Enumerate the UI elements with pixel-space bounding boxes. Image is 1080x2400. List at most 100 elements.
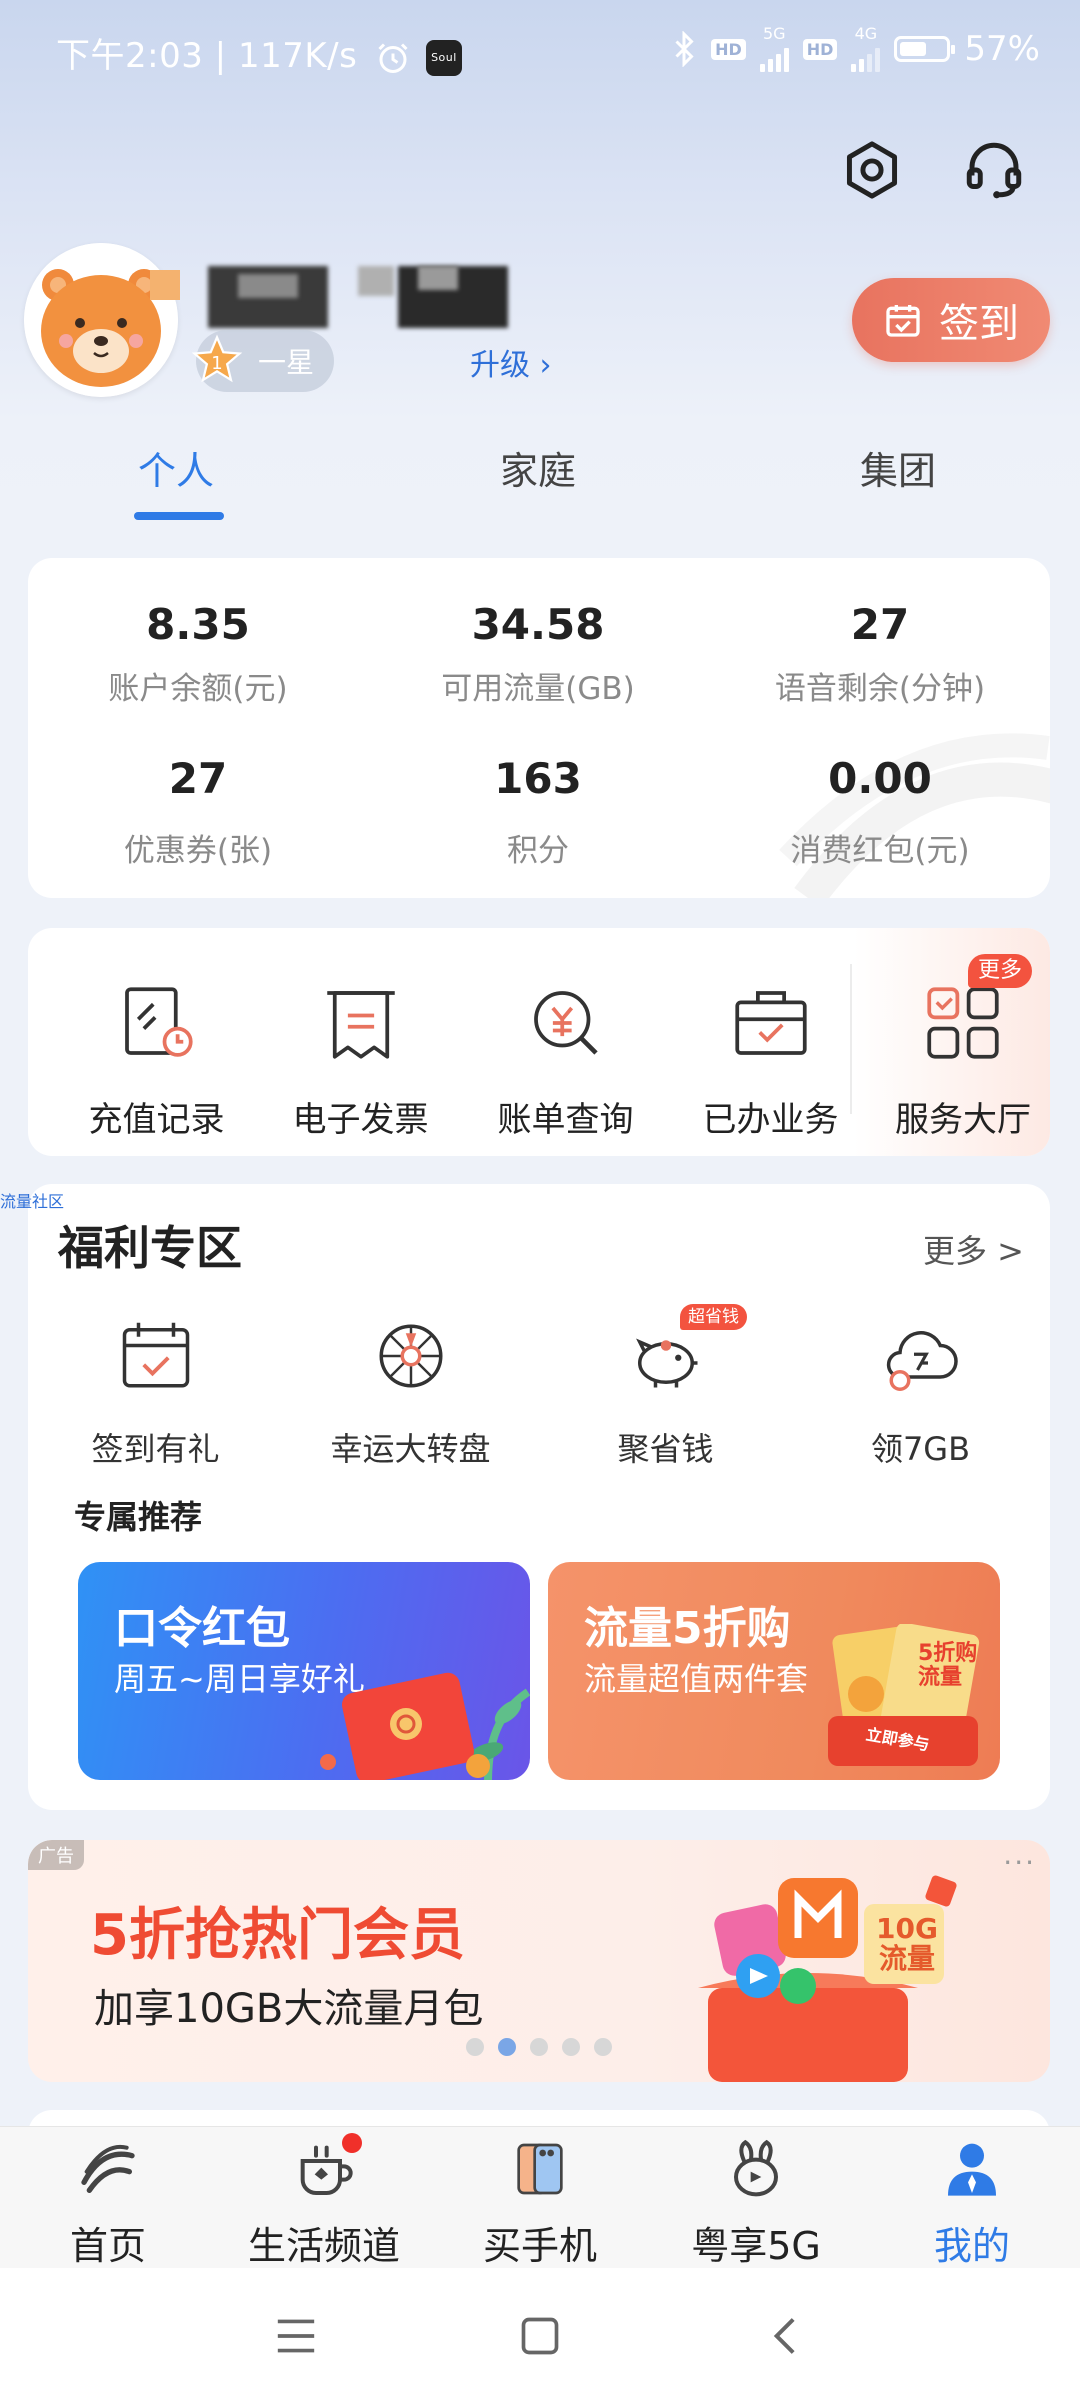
tab-personal[interactable]: 个人 bbox=[138, 440, 214, 495]
settings-icon[interactable] bbox=[832, 130, 912, 210]
level-text: 一星 bbox=[258, 346, 315, 379]
stat-value: 0.00 bbox=[828, 754, 932, 803]
signal-bars-icon bbox=[759, 42, 789, 72]
nav-mine[interactable]: 我的 bbox=[864, 2137, 1080, 2270]
stat-balance[interactable]: 8.35 账户余额(元) bbox=[28, 600, 368, 708]
ad-banner[interactable]: 广告 ··· 5折抢热门会员 加享10GB大流量月包 10G流量 bbox=[28, 1840, 1050, 2082]
customer-service-icon[interactable] bbox=[954, 130, 1034, 210]
quick-actions-card: 充值记录 电子发票 账单查询 已办业务 服务大厅 更多 bbox=[28, 928, 1050, 1156]
welfare-card: 福利专区 更多 > 签到有礼 幸运大转盘 聚省钱 超省钱 领7GB 专属推荐 口… bbox=[28, 1184, 1050, 1810]
quick-label: 电子发票 bbox=[292, 1100, 429, 1140]
network-5g-label: 5G bbox=[762, 24, 786, 43]
battery-icon bbox=[894, 36, 956, 62]
stat-value: 8.35 bbox=[146, 600, 250, 649]
user-icon bbox=[940, 2137, 1004, 2201]
nav-buy-phone[interactable]: 买手机 bbox=[432, 2137, 648, 2270]
quick-bill-query[interactable]: 账单查询 bbox=[463, 978, 668, 1141]
community-link[interactable]: 流量社区 bbox=[0, 1188, 64, 1212]
more-badge: 更多 bbox=[968, 954, 1033, 988]
checkin-button[interactable]: 签到 bbox=[852, 278, 1050, 362]
promo-data-half-price[interactable]: 流量5折购 流量超值两件套 5折购流量 立即参与 bbox=[548, 1562, 1000, 1780]
battery-percent: 57% bbox=[964, 29, 1040, 69]
calendar-check-icon bbox=[122, 1322, 189, 1388]
red-envelope-illustration bbox=[320, 1672, 530, 1780]
upgrade-link[interactable]: 升级 › bbox=[470, 340, 552, 384]
business-done-icon bbox=[734, 991, 807, 1055]
network-speed: 117K/s bbox=[237, 36, 358, 76]
alarm-icon bbox=[375, 40, 411, 76]
quick-service-hall[interactable]: 服务大厅 bbox=[876, 978, 1050, 1141]
promo-subtitle: 流量超值两件套 bbox=[584, 1660, 809, 1698]
carousel-dot[interactable] bbox=[562, 2038, 580, 2056]
quick-recharge-record[interactable]: 充值记录 bbox=[54, 978, 259, 1141]
status-right: HD 5G HD 4G 57% bbox=[671, 26, 1040, 72]
welfare-checkin-gift[interactable]: 签到有礼 bbox=[28, 1314, 283, 1470]
status-time: 下午2:03 bbox=[56, 36, 204, 76]
service-hall-icon bbox=[927, 987, 999, 1059]
ad-art-text: 10G流量 bbox=[876, 1912, 938, 1975]
stat-red-packet[interactable]: 0.00 消费红包(元) bbox=[710, 754, 1050, 870]
coffee-cup-icon bbox=[292, 2133, 362, 2201]
welfare-save-money[interactable]: 聚省钱 超省钱 bbox=[538, 1304, 793, 1470]
battery-fill bbox=[900, 42, 926, 56]
rabbit-icon bbox=[724, 2137, 788, 2201]
ad-title: 5折抢热门会员 bbox=[90, 1903, 465, 1968]
status-left: 下午2:03 | 117K/s Soul bbox=[56, 28, 462, 77]
tab-indicator bbox=[134, 512, 224, 520]
stat-coupons[interactable]: 27 优惠券(张) bbox=[28, 754, 368, 870]
hd-badge-2: HD bbox=[802, 38, 838, 60]
carousel-dot[interactable] bbox=[594, 2038, 612, 2056]
carousel-dot[interactable] bbox=[498, 2038, 516, 2056]
cloud-data-icon bbox=[886, 1331, 958, 1391]
ad-menu-button[interactable]: ··· bbox=[1003, 1846, 1036, 1879]
avatar[interactable] bbox=[24, 243, 178, 397]
quick-business-done[interactable]: 已办业务 bbox=[668, 978, 873, 1141]
welfare-claim-7gb[interactable]: 领7GB bbox=[793, 1314, 1048, 1470]
welfare-title: 福利专区 bbox=[58, 1221, 242, 1275]
status-divider: | bbox=[214, 36, 238, 76]
quick-label: 服务大厅 bbox=[895, 1100, 1031, 1140]
nav-life-channel[interactable]: 生活频道 bbox=[216, 2133, 432, 2270]
signal-4g: 4G bbox=[851, 24, 881, 72]
exclusive-title: 专属推荐 bbox=[74, 1498, 203, 1536]
stats-card: 8.35 账户余额(元) 34.58 可用流量(GB) 27 语音剩余(分钟) … bbox=[28, 558, 1050, 898]
welfare-lucky-wheel[interactable]: 幸运大转盘 bbox=[283, 1314, 538, 1470]
quick-invoice[interactable]: 电子发票 bbox=[258, 978, 463, 1141]
stat-value: 163 bbox=[494, 754, 582, 803]
tab-group[interactable]: 集团 bbox=[860, 440, 936, 495]
avatar-decoration bbox=[150, 270, 180, 300]
stat-points[interactable]: 163 积分 bbox=[368, 754, 708, 870]
status-bar: 下午2:03 | 117K/s Soul HD 5G HD 4G 57% bbox=[0, 0, 1080, 100]
network-4g-label: 4G bbox=[854, 24, 878, 43]
carousel-dot[interactable] bbox=[530, 2038, 548, 2056]
carousel-dot[interactable] bbox=[466, 2038, 484, 2056]
welfare-more-link[interactable]: 更多 > bbox=[923, 1226, 1024, 1272]
stat-label: 账户余额(元) bbox=[108, 671, 288, 707]
stat-data[interactable]: 34.58 可用流量(GB) bbox=[368, 600, 708, 708]
bear-avatar-icon bbox=[24, 243, 178, 397]
menu-icon[interactable] bbox=[266, 2306, 326, 2366]
save-money-badge: 超省钱 bbox=[680, 1304, 747, 1330]
bill-query-icon bbox=[533, 991, 598, 1055]
back-icon[interactable] bbox=[754, 2306, 814, 2366]
membership-giftbox-illustration bbox=[698, 1875, 957, 2082]
promo-red-packet[interactable]: 口令红包 周五~周日享好礼 bbox=[78, 1562, 530, 1780]
bottom-nav: 首页 生活频道 买手机 粤享5G 我的 bbox=[0, 2126, 1080, 2269]
upgrade-label: 升级 bbox=[470, 348, 530, 383]
signal-5g: 5G bbox=[759, 24, 789, 72]
bluetooth-icon bbox=[671, 31, 697, 67]
nav-label: 我的 bbox=[933, 2224, 1010, 2268]
home-square-icon[interactable] bbox=[510, 2306, 570, 2366]
level-badge: 1 一星 bbox=[191, 330, 334, 392]
welfare-label: 签到有礼 bbox=[91, 1430, 220, 1468]
welfare-label: 聚省钱 bbox=[617, 1430, 714, 1468]
stat-label: 优惠券(张) bbox=[123, 833, 273, 869]
nav-yuexiang-5g[interactable]: 粤享5G bbox=[648, 2137, 864, 2270]
stat-voice[interactable]: 27 语音剩余(分钟) bbox=[710, 600, 1050, 708]
nav-home[interactable]: 首页 bbox=[0, 2137, 216, 2270]
masked-username bbox=[208, 266, 508, 332]
stat-label: 消费红包(元) bbox=[790, 833, 970, 869]
nav-label: 买手机 bbox=[482, 2224, 597, 2268]
tab-family[interactable]: 家庭 bbox=[500, 440, 576, 495]
invoice-icon bbox=[326, 991, 395, 1059]
